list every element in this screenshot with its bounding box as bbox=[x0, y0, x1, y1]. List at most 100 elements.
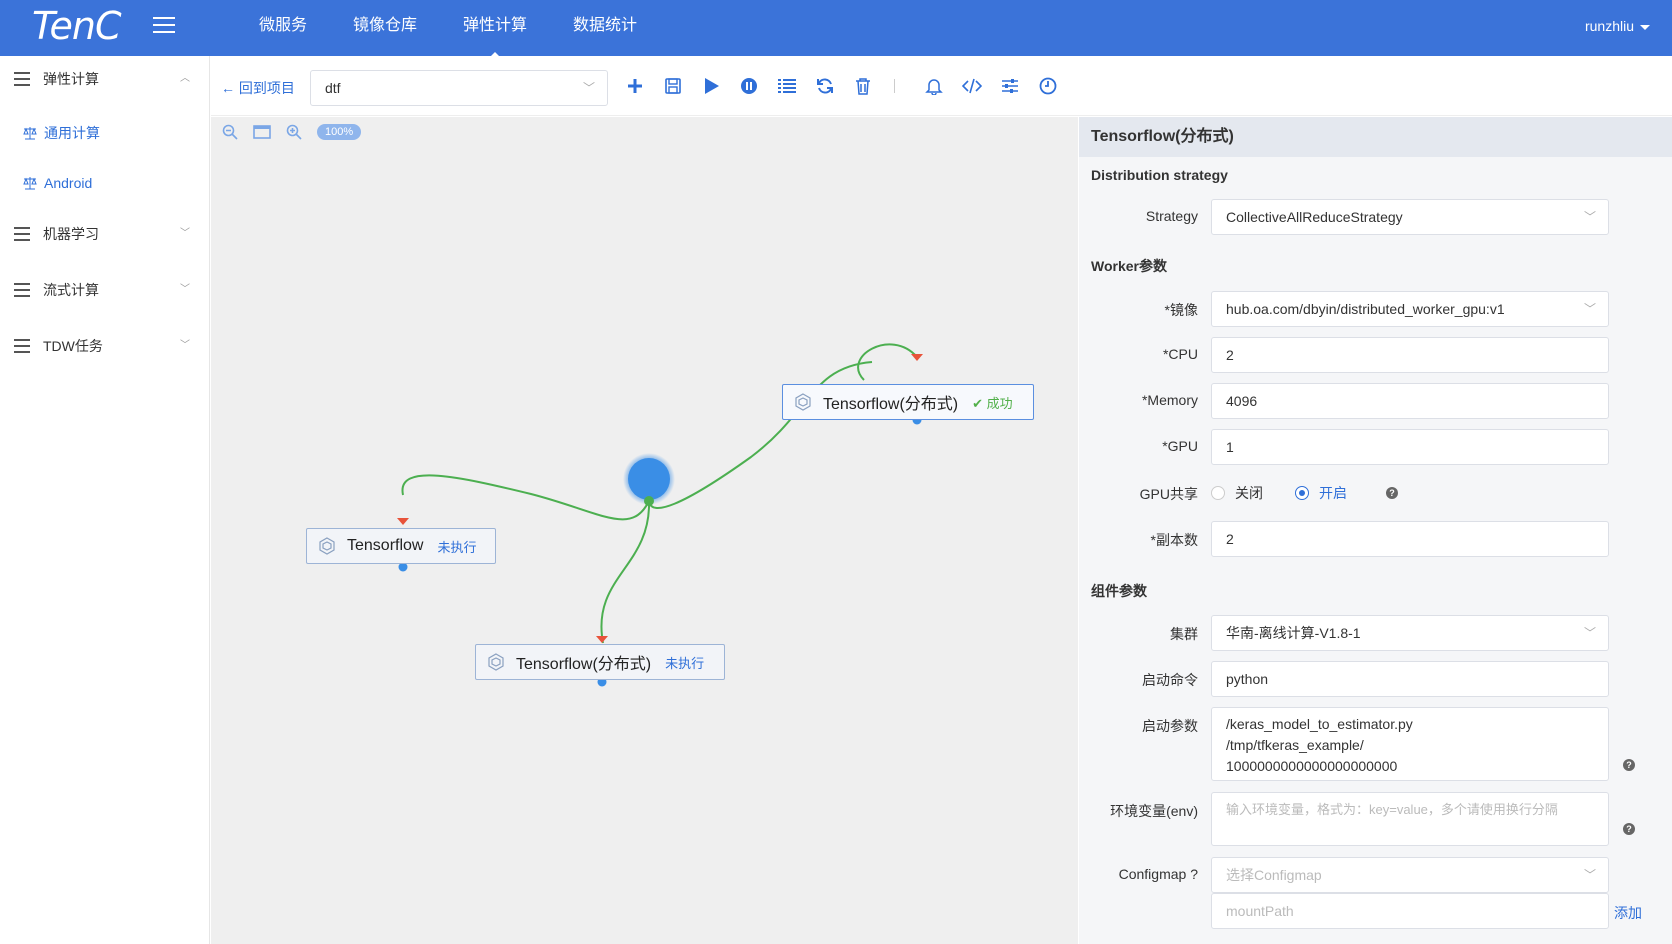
node-status: 未执行 bbox=[437, 539, 477, 555]
check-icon: ✔ bbox=[972, 395, 987, 411]
caret-down-icon bbox=[1640, 24, 1650, 30]
menu-lines-icon bbox=[14, 227, 30, 241]
panel-title: Tensorflow(分布式) bbox=[1079, 117, 1672, 157]
list-icon[interactable] bbox=[776, 75, 798, 97]
refresh-icon[interactable] bbox=[814, 75, 836, 97]
sliders-icon[interactable] bbox=[999, 75, 1021, 97]
configmap-select[interactable]: 选择Configmap ﹀ bbox=[1211, 857, 1609, 893]
gpu-input[interactable]: 1 bbox=[1211, 429, 1609, 465]
radio-dot bbox=[1295, 486, 1309, 500]
help-icon[interactable]: ? bbox=[1623, 759, 1635, 771]
start-node-core bbox=[628, 458, 670, 500]
tensorflow-node-icon bbox=[319, 537, 335, 555]
node-title: Tensorflow(分布式) bbox=[516, 656, 652, 673]
help-icon[interactable]: ? bbox=[1623, 823, 1635, 835]
strategy-value: CollectiveAllReduceStrategy bbox=[1226, 209, 1403, 225]
env-label: 环境变量(env) bbox=[1110, 803, 1198, 819]
replicas-label: *副本数 bbox=[1150, 532, 1198, 548]
radio-dot bbox=[1211, 486, 1225, 500]
toolbar-divider bbox=[894, 79, 895, 93]
sidebar-group-label: 弹性计算 bbox=[43, 71, 99, 87]
node-tensorflow-distributed-success[interactable]: Tensorflow(分布式) ✔ 成功 bbox=[782, 384, 1034, 420]
back-to-project-link[interactable]: ← 回到项目 bbox=[221, 78, 295, 98]
anchor-in-marker bbox=[911, 354, 923, 361]
sidebar-item-label: Android bbox=[44, 175, 93, 191]
memory-input[interactable]: 4096 bbox=[1211, 383, 1609, 419]
nav-elastic-compute[interactable]: 弹性计算 bbox=[440, 0, 550, 60]
command-label: 启动命令 bbox=[1142, 672, 1198, 688]
node-title: Tensorflow(分布式) bbox=[823, 396, 959, 413]
section-component-params: 组件参数 bbox=[1091, 583, 1147, 599]
image-select[interactable]: hub.oa.com/dbyin/distributed_worker_gpu:… bbox=[1211, 291, 1609, 327]
cluster-value: 华南-离线计算-V1.8-1 bbox=[1226, 625, 1361, 641]
code-icon[interactable] bbox=[961, 75, 983, 97]
edge-start-to-tf bbox=[401, 474, 650, 521]
sidebar-group-tdw-tasks[interactable]: TDW任务 ﹀ bbox=[0, 331, 210, 361]
project-select[interactable]: dtf ﹀ bbox=[310, 70, 608, 106]
mount-path-input[interactable]: mountPath bbox=[1211, 893, 1609, 929]
chevron-up-icon: ︿ bbox=[180, 73, 190, 84]
args-textarea[interactable]: /keras_model_to_estimator.py /tmp/tfkera… bbox=[1211, 707, 1609, 781]
scale-icon bbox=[23, 127, 37, 140]
sidebar-item-general-compute[interactable]: 通用计算 bbox=[0, 118, 210, 148]
chevron-down-icon: ﹀ bbox=[1583, 210, 1596, 224]
plus-icon[interactable] bbox=[624, 75, 646, 97]
hamburger-menu-icon[interactable] bbox=[153, 17, 175, 35]
cpu-label: *CPU bbox=[1162, 346, 1198, 362]
nav-image-registry[interactable]: 镜像仓库 bbox=[330, 0, 440, 56]
configmap-label: Configmap ? bbox=[1118, 866, 1198, 882]
env-textarea[interactable]: 输入环境变量，格式为：key=value，多个请使用换行分隔 bbox=[1211, 792, 1609, 846]
command-input[interactable]: python bbox=[1211, 661, 1609, 697]
image-label: *镜像 bbox=[1164, 302, 1198, 318]
cluster-select[interactable]: 华南-离线计算-V1.8-1 ﹀ bbox=[1211, 615, 1609, 651]
username: runzhliu bbox=[1584, 18, 1634, 34]
node-title: Tensorflow bbox=[347, 537, 424, 554]
sidebar-group-elastic-compute[interactable]: 弹性计算 ︿ bbox=[0, 64, 210, 94]
menu-lines-icon bbox=[14, 283, 30, 297]
cluster-label: 集群 bbox=[1170, 626, 1198, 642]
menu-lines-icon bbox=[14, 339, 30, 353]
chevron-down-icon: ﹀ bbox=[180, 340, 190, 351]
image-value: hub.oa.com/dbyin/distributed_worker_gpu:… bbox=[1226, 301, 1505, 317]
save-icon[interactable] bbox=[662, 75, 684, 97]
sidebar-group-label: 机器学习 bbox=[43, 226, 99, 242]
start-node-anchor[interactable] bbox=[644, 496, 654, 506]
top-bar: TenC 微服务 镜像仓库 弹性计算 数据统计 runzhliu bbox=[0, 0, 1672, 60]
help-icon[interactable]: ? bbox=[1386, 487, 1398, 499]
chevron-down-icon: ﹀ bbox=[180, 284, 190, 295]
bell-icon[interactable] bbox=[923, 75, 945, 97]
nav-microservice[interactable]: 微服务 bbox=[236, 0, 330, 56]
sidebar-group-stream-compute[interactable]: 流式计算 ﹀ bbox=[0, 275, 210, 305]
strategy-select[interactable]: CollectiveAllReduceStrategy ﹀ bbox=[1211, 199, 1609, 235]
arrow-left-icon: ← bbox=[221, 80, 239, 96]
top-nav: 微服务 镜像仓库 弹性计算 数据统计 bbox=[236, 0, 660, 60]
workflow-canvas[interactable]: 100% Tensorflow(分布式) ✔ 成功 Tensorflow 未执行 bbox=[211, 117, 1078, 944]
chevron-down-icon: ﹀ bbox=[180, 228, 190, 239]
toolbar-icons bbox=[624, 72, 1075, 100]
gpu-label: *GPU bbox=[1162, 438, 1198, 454]
node-config-panel: Tensorflow(分布式) Distribution strategy St… bbox=[1079, 117, 1672, 944]
replicas-input[interactable]: 2 bbox=[1211, 521, 1609, 557]
user-menu[interactable]: runzhliu bbox=[1585, 18, 1650, 34]
pause-icon[interactable] bbox=[738, 75, 760, 97]
sidebar-group-machine-learning[interactable]: 机器学习 ﹀ bbox=[0, 219, 210, 249]
node-tensorflow-distributed-pending[interactable]: Tensorflow(分布式) 未执行 bbox=[475, 644, 725, 680]
logo[interactable]: TenC bbox=[32, 4, 122, 48]
nav-data-statistics[interactable]: 数据统计 bbox=[550, 0, 660, 56]
clock-icon[interactable] bbox=[1037, 75, 1059, 97]
trash-icon[interactable] bbox=[852, 75, 874, 97]
radio-label: 关闭 bbox=[1235, 485, 1263, 501]
play-icon[interactable] bbox=[700, 75, 722, 97]
project-select-value: dtf bbox=[325, 80, 341, 96]
node-status: ✔ 成功 bbox=[972, 393, 1013, 412]
gpu-share-off-radio[interactable]: 关闭 bbox=[1211, 483, 1263, 503]
sidebar-item-android[interactable]: Android bbox=[0, 168, 210, 198]
add-configmap-link[interactable]: 添加 bbox=[1614, 903, 1642, 923]
chevron-down-icon: ﹀ bbox=[582, 81, 595, 95]
sidebar-group-label: TDW任务 bbox=[43, 338, 103, 354]
cpu-input[interactable]: 2 bbox=[1211, 337, 1609, 373]
gpu-share-on-radio[interactable]: 开启 bbox=[1295, 483, 1347, 503]
sidebar-item-label: 通用计算 bbox=[44, 125, 100, 141]
scale-icon bbox=[23, 177, 37, 190]
node-tensorflow[interactable]: Tensorflow 未执行 bbox=[306, 528, 496, 564]
